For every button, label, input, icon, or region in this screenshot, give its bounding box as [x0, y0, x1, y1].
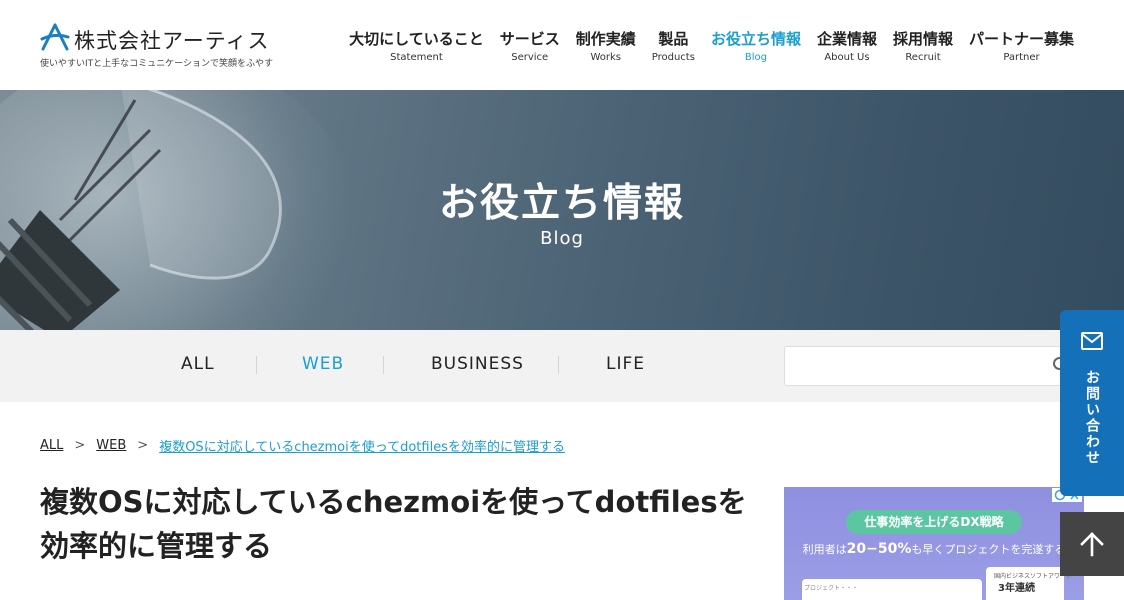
nav-statement[interactable]: 大切にしていること Statement [341, 28, 492, 63]
nav-label: お役立ち情報 [710, 30, 801, 48]
nav-sublabel: Statement [390, 52, 443, 63]
breadcrumb-all[interactable]: ALL [40, 438, 63, 453]
nav-products[interactable]: 製品 Products [644, 28, 703, 63]
category-life[interactable]: LIFE [606, 354, 645, 374]
advertisement[interactable]: 仕事効率を上げるDX戦略 利用者は20−50%も早くプロジェクトを完遂する プロ… [784, 487, 1084, 600]
nav-works[interactable]: 制作実績 Works [568, 28, 644, 63]
ad-headline: 利用者は20−50%も早くプロジェクトを完遂する [784, 541, 1084, 557]
category-divider [383, 356, 384, 374]
ad-award-big: 3年連続 [998, 583, 1035, 594]
ad-badge: 仕事効率を上げるDX戦略 [846, 510, 1022, 534]
nav-sublabel: Products [651, 52, 695, 63]
contact-label: お問い合わせ [1084, 370, 1100, 466]
breadcrumb-separator: > [74, 438, 86, 453]
nav-label: 採用情報 [892, 30, 953, 48]
breadcrumb-web[interactable]: WEB [96, 438, 126, 453]
nav-recruit[interactable]: 採用情報 Recruit [885, 28, 961, 63]
nav-partner[interactable]: パートナー募集 Partner [961, 28, 1082, 63]
site-header: 株式会社アーティス 使いやすいITと上手なコミュニケーションで笑顔をふやす 大切… [0, 0, 1124, 90]
nav-sublabel: Recruit [905, 52, 941, 63]
page-subtitle: Blog [540, 228, 584, 249]
category-bar: ALL WEB BUSINESS LIFE [0, 330, 1124, 402]
nav-label: 制作実績 [575, 30, 636, 48]
nav-label: 大切にしていること [349, 30, 484, 48]
search-input[interactable] [784, 346, 1084, 386]
nav-sublabel: Service [511, 52, 549, 63]
arrow-up-icon [1080, 532, 1104, 557]
nav-sublabel: About Us [824, 52, 870, 63]
nav-label: 製品 [658, 30, 689, 48]
article-title: 複数OSに対応しているchezmoiを使ってdotfilesを効率的に管理する [40, 485, 747, 563]
logo-tagline: 使いやすいITと上手なコミュニケーションで笑顔をふやす [40, 59, 273, 69]
breadcrumb-current[interactable]: 複数OSに対応しているchezmoiを使ってdotfilesを効率的に管理する [159, 436, 565, 455]
ad-line-highlight: 20−50% [846, 541, 912, 557]
breadcrumb-separator: > [137, 438, 149, 453]
site-logo[interactable]: 株式会社アーティス 使いやすいITと上手なコミュニケーションで笑顔をふやす [40, 20, 273, 70]
nav-about-us[interactable]: 企業情報 About Us [809, 28, 885, 63]
category-web[interactable]: WEB [302, 354, 344, 374]
category-divider [256, 356, 257, 374]
category-all[interactable]: ALL [181, 354, 215, 374]
nav-sublabel: Works [590, 52, 622, 63]
breadcrumb: ALL > WEB > 複数OSに対応しているchezmoiを使ってdotfil… [40, 436, 565, 455]
nav-label: サービス [499, 30, 560, 48]
mail-icon [1081, 332, 1103, 350]
nav-service[interactable]: サービス Service [492, 28, 568, 63]
hero-banner: お役立ち情報 Blog [0, 90, 1124, 330]
page-title: お役立ち情報 [438, 181, 685, 226]
logo-mark-icon [40, 23, 70, 51]
nav-label: 企業情報 [816, 30, 877, 48]
nav-sublabel: Partner [1003, 52, 1040, 63]
nav-label: パートナー募集 [968, 30, 1074, 48]
global-nav: 大切にしていること Statement サービス Service 制作実績 Wo… [341, 28, 1082, 63]
ad-line-prefix: 利用者は [802, 543, 847, 556]
back-to-top-button[interactable] [1060, 512, 1124, 576]
logo-name: 株式会社アーティス [74, 29, 270, 53]
ad-card-text: プロジェクト・・・ [804, 585, 859, 592]
nav-sublabel: Blog [744, 52, 767, 63]
category-divider [558, 356, 559, 374]
category-business[interactable]: BUSINESS [431, 354, 524, 374]
contact-side-button[interactable]: お問い合わせ [1060, 310, 1124, 496]
ad-line-suffix: も早くプロジェクトを完遂する [911, 543, 1066, 556]
nav-blog[interactable]: お役立ち情報 Blog [703, 28, 809, 63]
